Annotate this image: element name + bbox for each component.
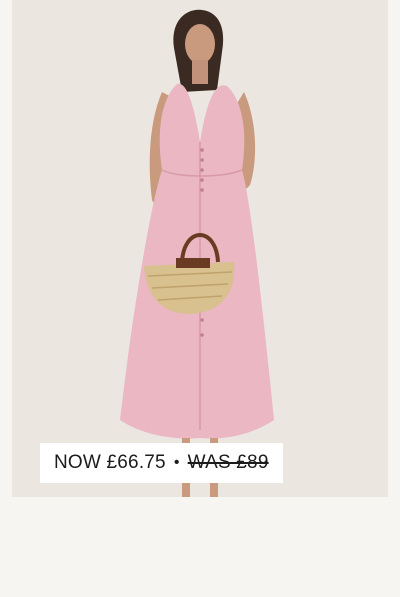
price-separator: • bbox=[173, 454, 180, 471]
price-badge: NOW £66.75 • WAS £89 bbox=[40, 443, 283, 483]
current-price: NOW £66.75 bbox=[54, 452, 166, 473]
page-background bbox=[0, 497, 400, 597]
product-card[interactable]: NOW £66.75 • WAS £89 bbox=[12, 0, 388, 497]
original-price: WAS £89 bbox=[187, 452, 269, 473]
product-image[interactable] bbox=[12, 0, 388, 497]
